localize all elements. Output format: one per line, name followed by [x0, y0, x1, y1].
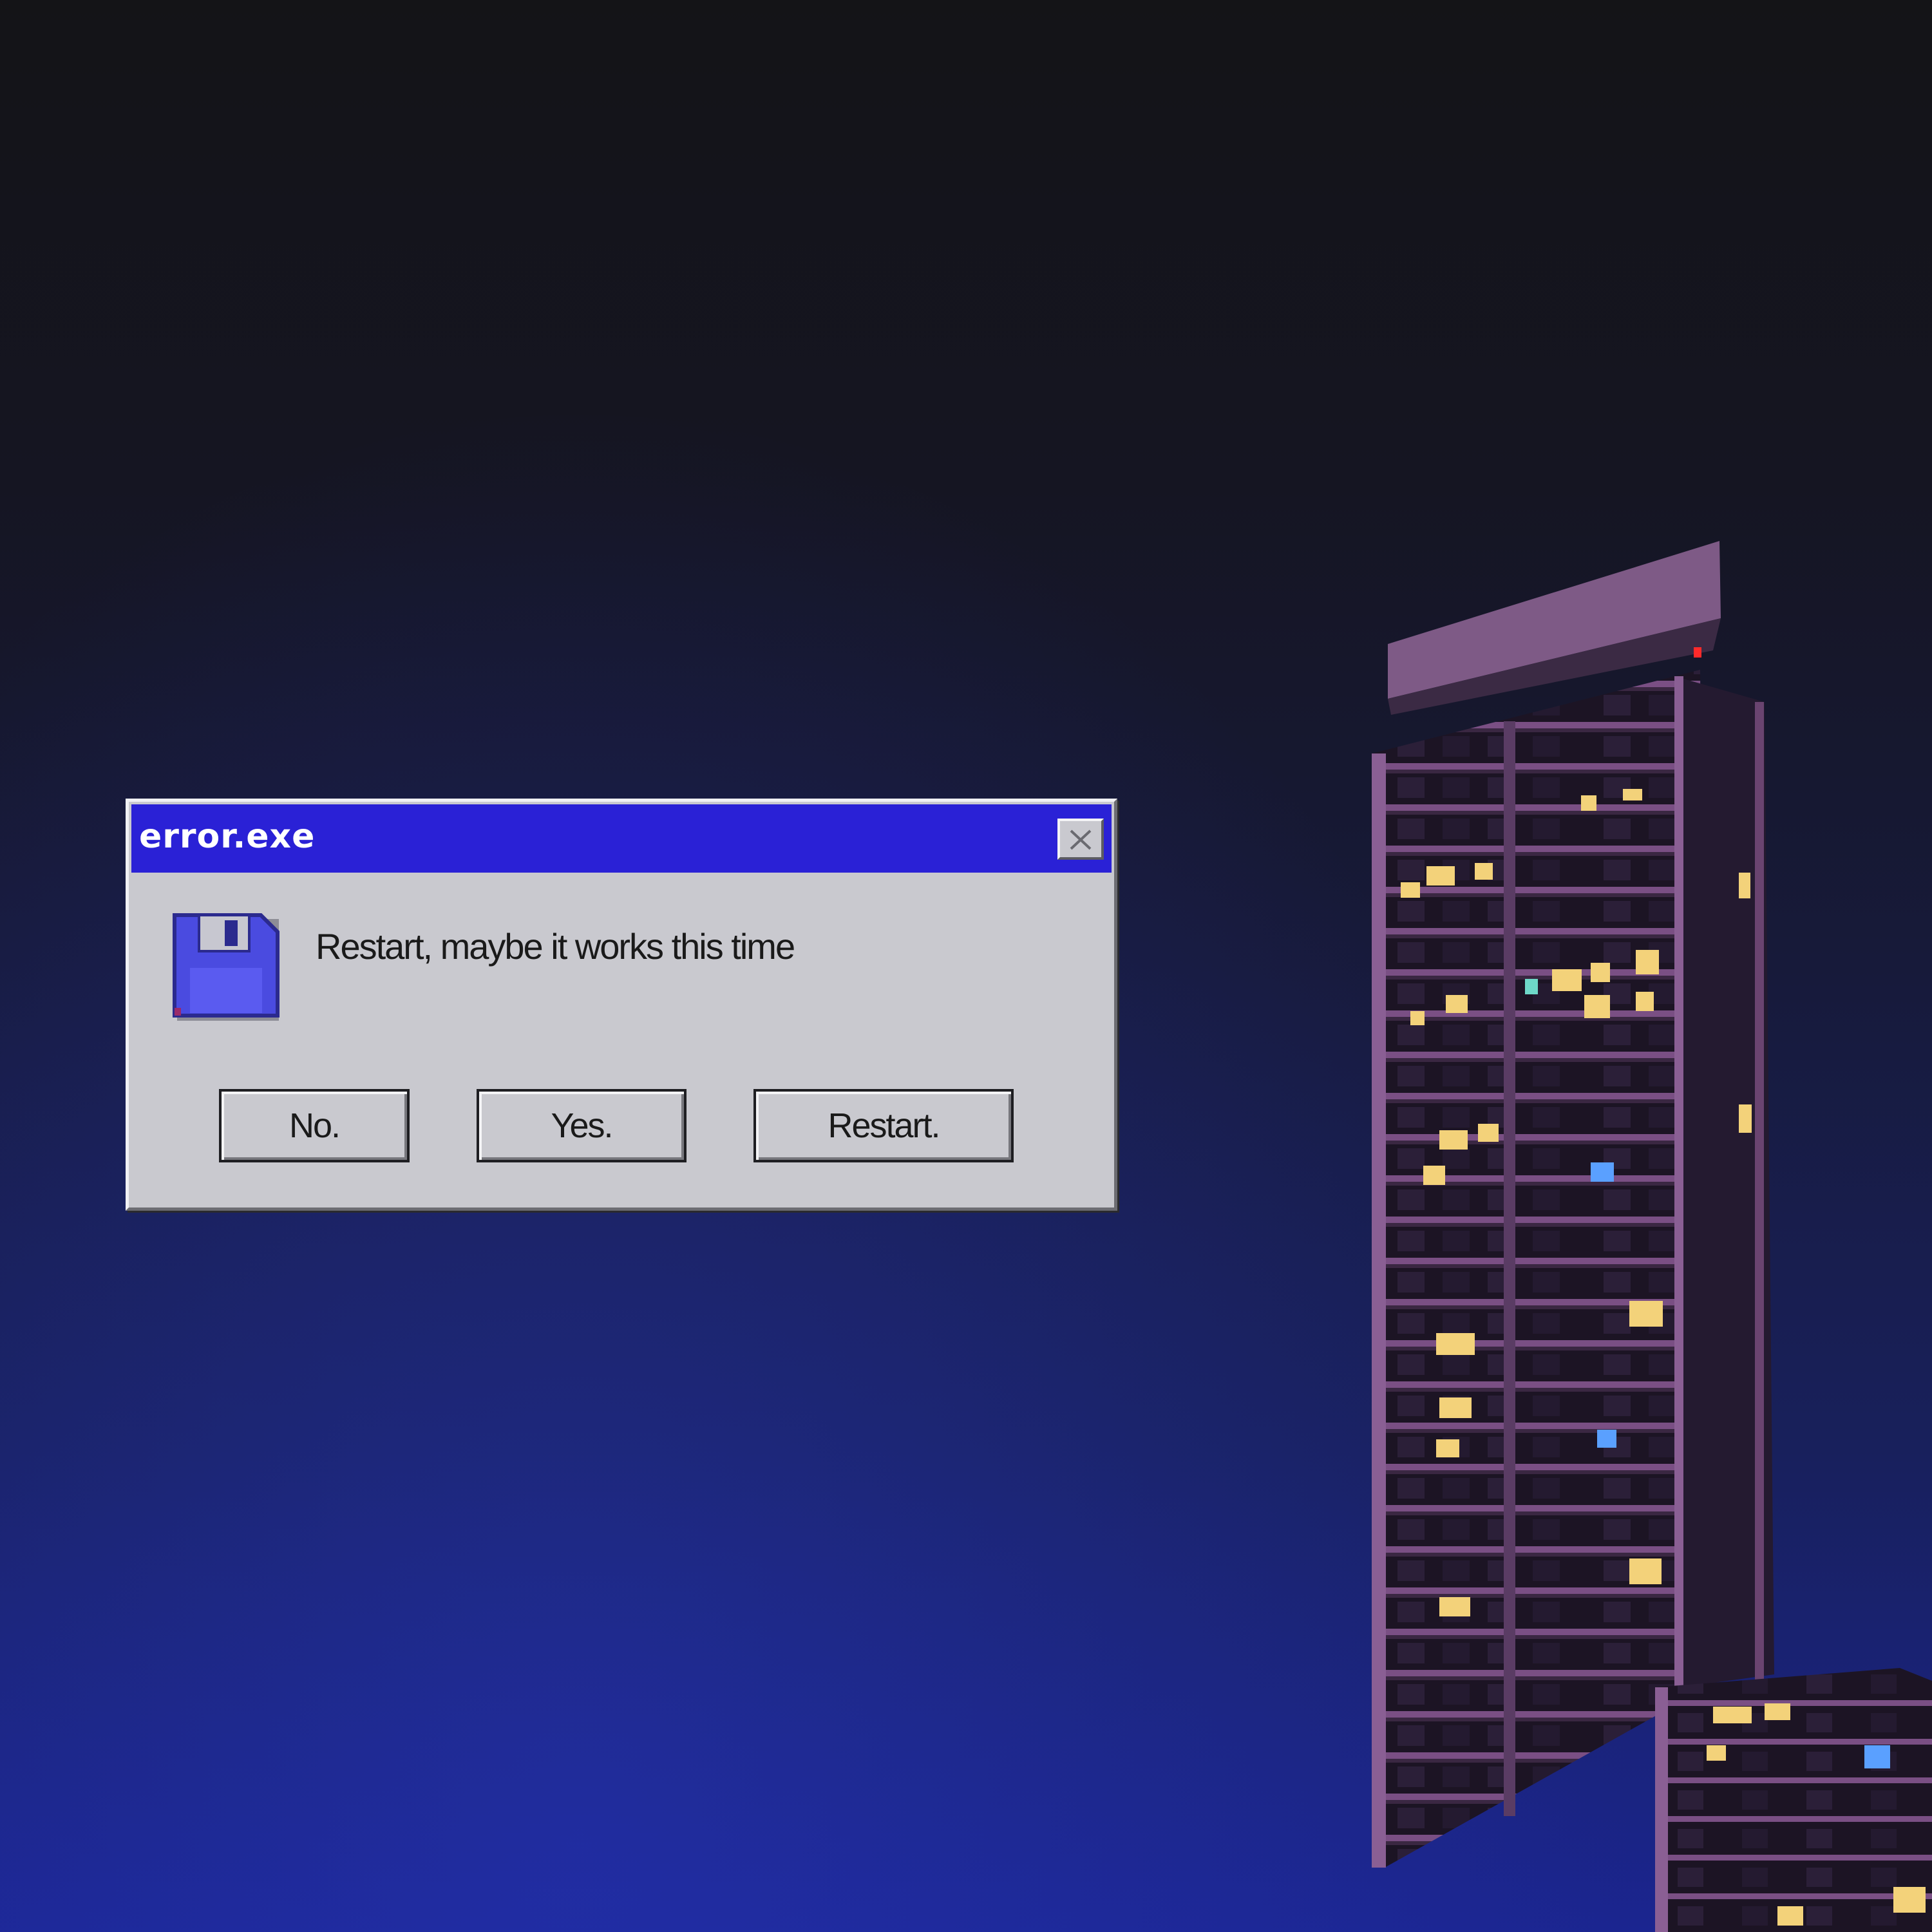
dialog-title: error.exe	[139, 817, 316, 856]
lower-building	[1655, 1668, 1932, 1932]
no-button[interactable]: No.	[219, 1089, 410, 1162]
error-message: Restart, maybe it works this time	[316, 926, 795, 967]
yes-button[interactable]: Yes.	[477, 1089, 687, 1162]
error-dialog: error.exe Restart, maybe it works this t…	[126, 799, 1117, 1211]
dialog-titlebar[interactable]: error.exe	[131, 804, 1112, 873]
close-icon	[1070, 829, 1092, 850]
floppy-disk-icon	[173, 913, 279, 1021]
restart-button[interactable]: Restart.	[753, 1089, 1014, 1162]
building-beacon	[1694, 647, 1701, 658]
close-button[interactable]	[1057, 819, 1104, 860]
desktop-background: error.exe Restart, maybe it works this t…	[0, 0, 1932, 1932]
